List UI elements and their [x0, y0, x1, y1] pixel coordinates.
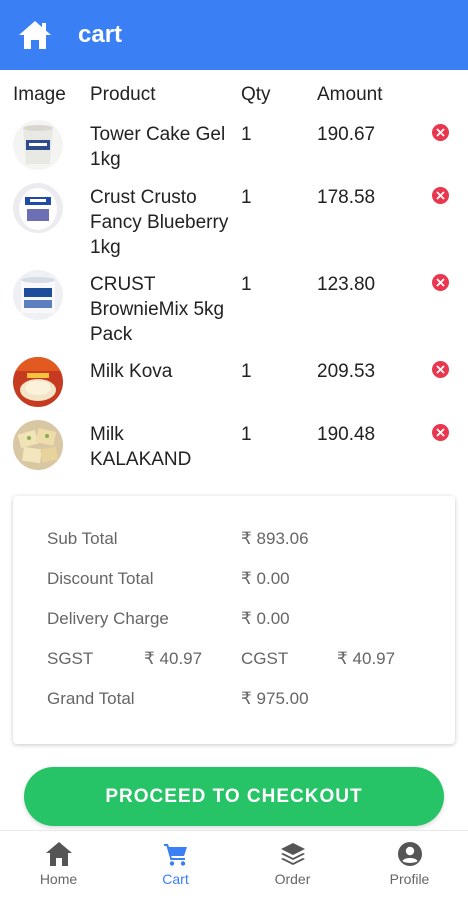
product-amount: 123.80 [317, 274, 376, 295]
product-qty: 1 [241, 424, 252, 445]
close-icon [436, 191, 445, 200]
nav-order-label: Order [274, 871, 311, 887]
sub-total-label: Sub Total [47, 529, 118, 548]
nav-profile-label: Profile [389, 871, 430, 887]
product-name: Tower Cake Gel 1kg [90, 124, 226, 170]
cart-row: Milk Kova 1 209.53 [0, 355, 468, 418]
page-title: cart [78, 21, 123, 48]
close-icon [436, 278, 445, 287]
table-header: Image Product Qty Amount [0, 84, 468, 110]
product-qty: 1 [241, 124, 252, 145]
nav-cart-label: Cart [162, 871, 189, 887]
sgst-label: SGST [47, 649, 94, 668]
column-header-image: Image [13, 84, 66, 105]
cart-screen: cart Image Product Qty Amount Tower Cake… [0, 0, 468, 900]
bottom-nav: Home Cart Order Profile [0, 830, 468, 900]
product-qty: 1 [241, 361, 252, 382]
nav-home[interactable]: Home [0, 831, 117, 900]
product-image [13, 183, 63, 233]
delivery-charge-value: ₹ 0.00 [241, 609, 290, 628]
column-header-qty: Qty [241, 84, 271, 105]
product-qty: 1 [241, 187, 252, 208]
product-qty: 1 [241, 274, 252, 295]
sgst-value: ₹ 40.97 [144, 649, 203, 668]
cart-icon [163, 844, 187, 866]
nav-order[interactable]: Order [234, 831, 351, 900]
discount-total-label: Discount Total [47, 569, 154, 588]
app-header: cart [0, 0, 468, 70]
cgst-label: CGST [241, 649, 289, 668]
product-image [13, 420, 63, 470]
delivery-charge-label: Delivery Charge [47, 609, 169, 628]
proceed-to-checkout-button[interactable]: PROCEED TO CHECKOUT [24, 767, 444, 826]
product-image [13, 120, 63, 170]
column-header-amount: Amount [317, 84, 383, 105]
sub-total-value: ₹ 893.06 [241, 529, 309, 548]
home-icon [45, 842, 72, 866]
product-name: Crust Crusto Fancy Blueberry 1kg [90, 187, 229, 258]
layers-icon [280, 843, 305, 865]
cart-row: CRUST BrownieMix 5kg Pack 1 123.80 [0, 268, 468, 355]
cgst-value: ₹ 40.97 [337, 649, 396, 668]
product-name: Milk Kova [90, 361, 173, 382]
column-header-product: Product [90, 84, 156, 105]
cart-row: Crust Crusto Fancy Blueberry 1kg 1 178.5… [0, 181, 468, 268]
grand-total-value: ₹ 975.00 [241, 689, 309, 708]
profile-icon [397, 842, 422, 866]
close-icon [436, 128, 445, 137]
remove-item-button[interactable] [432, 274, 449, 291]
product-amount: 178.58 [317, 187, 376, 208]
product-image [13, 357, 63, 407]
product-amount: 190.48 [317, 424, 376, 445]
cart-list: Tower Cake Gel 1kg 1 190.67 Crust Crusto… [0, 118, 468, 481]
remove-item-button[interactable] [432, 361, 449, 378]
product-image [13, 270, 63, 320]
nav-profile[interactable]: Profile [351, 831, 468, 900]
grand-total-label: Grand Total [47, 689, 135, 708]
order-summary-card: Sub Total ₹ 893.06 Discount Total ₹ 0.00… [13, 496, 455, 744]
remove-item-button[interactable] [432, 187, 449, 204]
cart-row: Tower Cake Gel 1kg 1 190.67 [0, 118, 468, 181]
cart-row: Milk KALAKAND 1 190.48 [0, 418, 468, 481]
nav-cart[interactable]: Cart [117, 831, 234, 900]
remove-item-button[interactable] [432, 124, 449, 141]
discount-total-value: ₹ 0.00 [241, 569, 290, 588]
nav-home-label: Home [39, 871, 78, 887]
remove-item-button[interactable] [432, 424, 449, 441]
close-icon [436, 428, 445, 437]
home-icon[interactable] [0, 0, 70, 70]
close-icon [436, 365, 445, 374]
product-name: Milk KALAKAND [90, 424, 192, 470]
product-name: CRUST BrownieMix 5kg Pack [90, 274, 225, 345]
product-amount: 209.53 [317, 361, 376, 382]
product-amount: 190.67 [317, 124, 376, 145]
